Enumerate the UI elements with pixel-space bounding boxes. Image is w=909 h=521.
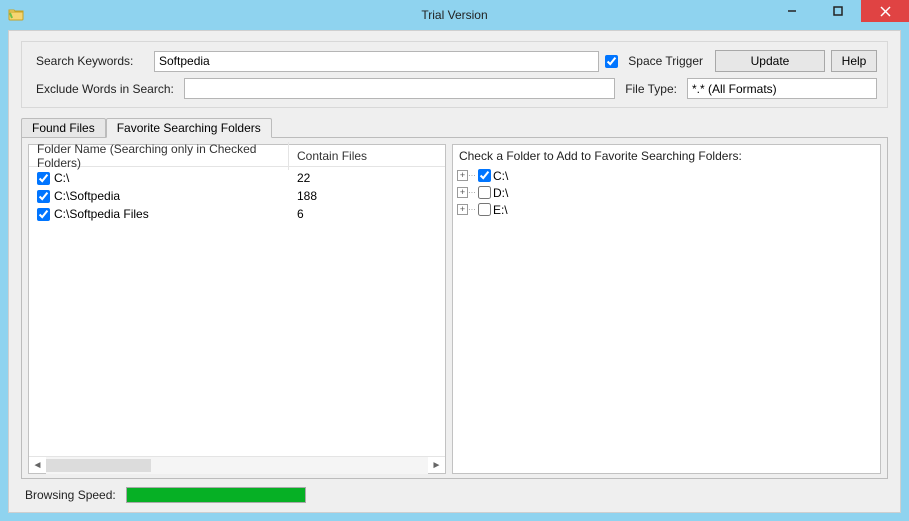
tree-connector-icon: ··· bbox=[468, 205, 476, 214]
row-count: 6 bbox=[289, 207, 304, 221]
row-path: C:\Softpedia Files bbox=[54, 207, 149, 221]
status-row: Browsing Speed: bbox=[21, 487, 888, 503]
window-controls bbox=[769, 0, 909, 22]
file-type-input[interactable] bbox=[687, 78, 877, 99]
browsing-speed-label: Browsing Speed: bbox=[21, 488, 120, 502]
minimize-button[interactable] bbox=[769, 0, 815, 22]
tree-label: E:\ bbox=[493, 203, 508, 217]
folder-list-header: Folder Name (Searching only in Checked F… bbox=[29, 145, 445, 167]
table-row[interactable]: C:\ 22 bbox=[29, 169, 445, 187]
row-count: 188 bbox=[289, 189, 317, 203]
help-button[interactable]: Help bbox=[831, 50, 877, 72]
search-keywords-label: Search Keywords: bbox=[32, 54, 148, 68]
expand-icon[interactable]: + bbox=[457, 204, 468, 215]
tree-checkbox[interactable] bbox=[478, 186, 491, 199]
row-path: C:\Softpedia bbox=[54, 189, 120, 203]
tab-found-files[interactable]: Found Files bbox=[21, 118, 106, 137]
space-trigger-checkbox[interactable] bbox=[605, 55, 618, 68]
exclude-words-input[interactable] bbox=[184, 78, 615, 99]
window-body: Search Keywords: Space Trigger Update He… bbox=[8, 30, 901, 513]
horizontal-scrollbar[interactable]: ◄ ► bbox=[29, 456, 445, 473]
scroll-left-icon[interactable]: ◄ bbox=[29, 457, 46, 474]
tree-checkbox[interactable] bbox=[478, 203, 491, 216]
tree-checkbox[interactable] bbox=[478, 169, 491, 182]
table-row[interactable]: C:\Softpedia 188 bbox=[29, 187, 445, 205]
folder-list-rows: C:\ 22 C:\Softpedia 188 C:\Softpedia Fil… bbox=[29, 167, 445, 456]
folder-tree-pane: Check a Folder to Add to Favorite Search… bbox=[452, 144, 881, 474]
row-checkbox[interactable] bbox=[37, 208, 50, 221]
folder-tree: +··· C:\ +··· D:\ +··· E:\ bbox=[453, 167, 880, 473]
tab-content: Folder Name (Searching only in Checked F… bbox=[21, 137, 888, 479]
row-checkbox[interactable] bbox=[37, 190, 50, 203]
maximize-button[interactable] bbox=[815, 0, 861, 22]
folder-tree-header: Check a Folder to Add to Favorite Search… bbox=[453, 145, 880, 167]
scroll-track[interactable] bbox=[46, 457, 428, 474]
tree-connector-icon: ··· bbox=[468, 188, 476, 197]
search-panel: Search Keywords: Space Trigger Update He… bbox=[21, 41, 888, 108]
tree-connector-icon: ··· bbox=[468, 171, 476, 180]
space-trigger-label: Space Trigger bbox=[624, 54, 709, 68]
expand-icon[interactable]: + bbox=[457, 170, 468, 181]
update-button[interactable]: Update bbox=[715, 50, 825, 72]
tab-favorite-folders[interactable]: Favorite Searching Folders bbox=[106, 118, 272, 138]
close-button[interactable] bbox=[861, 0, 909, 22]
tree-node[interactable]: +··· D:\ bbox=[457, 184, 876, 201]
row-path: C:\ bbox=[54, 171, 69, 185]
expand-icon[interactable]: + bbox=[457, 187, 468, 198]
tree-node[interactable]: +··· C:\ bbox=[457, 167, 876, 184]
row-checkbox[interactable] bbox=[37, 172, 50, 185]
exclude-words-label: Exclude Words in Search: bbox=[32, 82, 178, 96]
scroll-thumb[interactable] bbox=[46, 459, 151, 472]
tree-node[interactable]: +··· E:\ bbox=[457, 201, 876, 218]
titlebar[interactable]: Trial Version bbox=[0, 0, 909, 30]
col-folder-name[interactable]: Folder Name (Searching only in Checked F… bbox=[29, 142, 289, 170]
row-count: 22 bbox=[289, 171, 310, 185]
col-contain-files[interactable]: Contain Files bbox=[289, 149, 367, 163]
table-row[interactable]: C:\Softpedia Files 6 bbox=[29, 205, 445, 223]
scroll-right-icon[interactable]: ► bbox=[428, 457, 445, 474]
tabs: Found Files Favorite Searching Folders bbox=[21, 116, 900, 137]
app-folder-icon bbox=[8, 6, 24, 25]
tree-label: C:\ bbox=[493, 169, 508, 183]
tree-label: D:\ bbox=[493, 186, 508, 200]
folder-list-pane: Folder Name (Searching only in Checked F… bbox=[28, 144, 446, 474]
browsing-speed-progress bbox=[126, 487, 306, 503]
progress-fill bbox=[127, 488, 305, 502]
file-type-label: File Type: bbox=[621, 82, 681, 96]
search-keywords-input[interactable] bbox=[154, 51, 599, 72]
